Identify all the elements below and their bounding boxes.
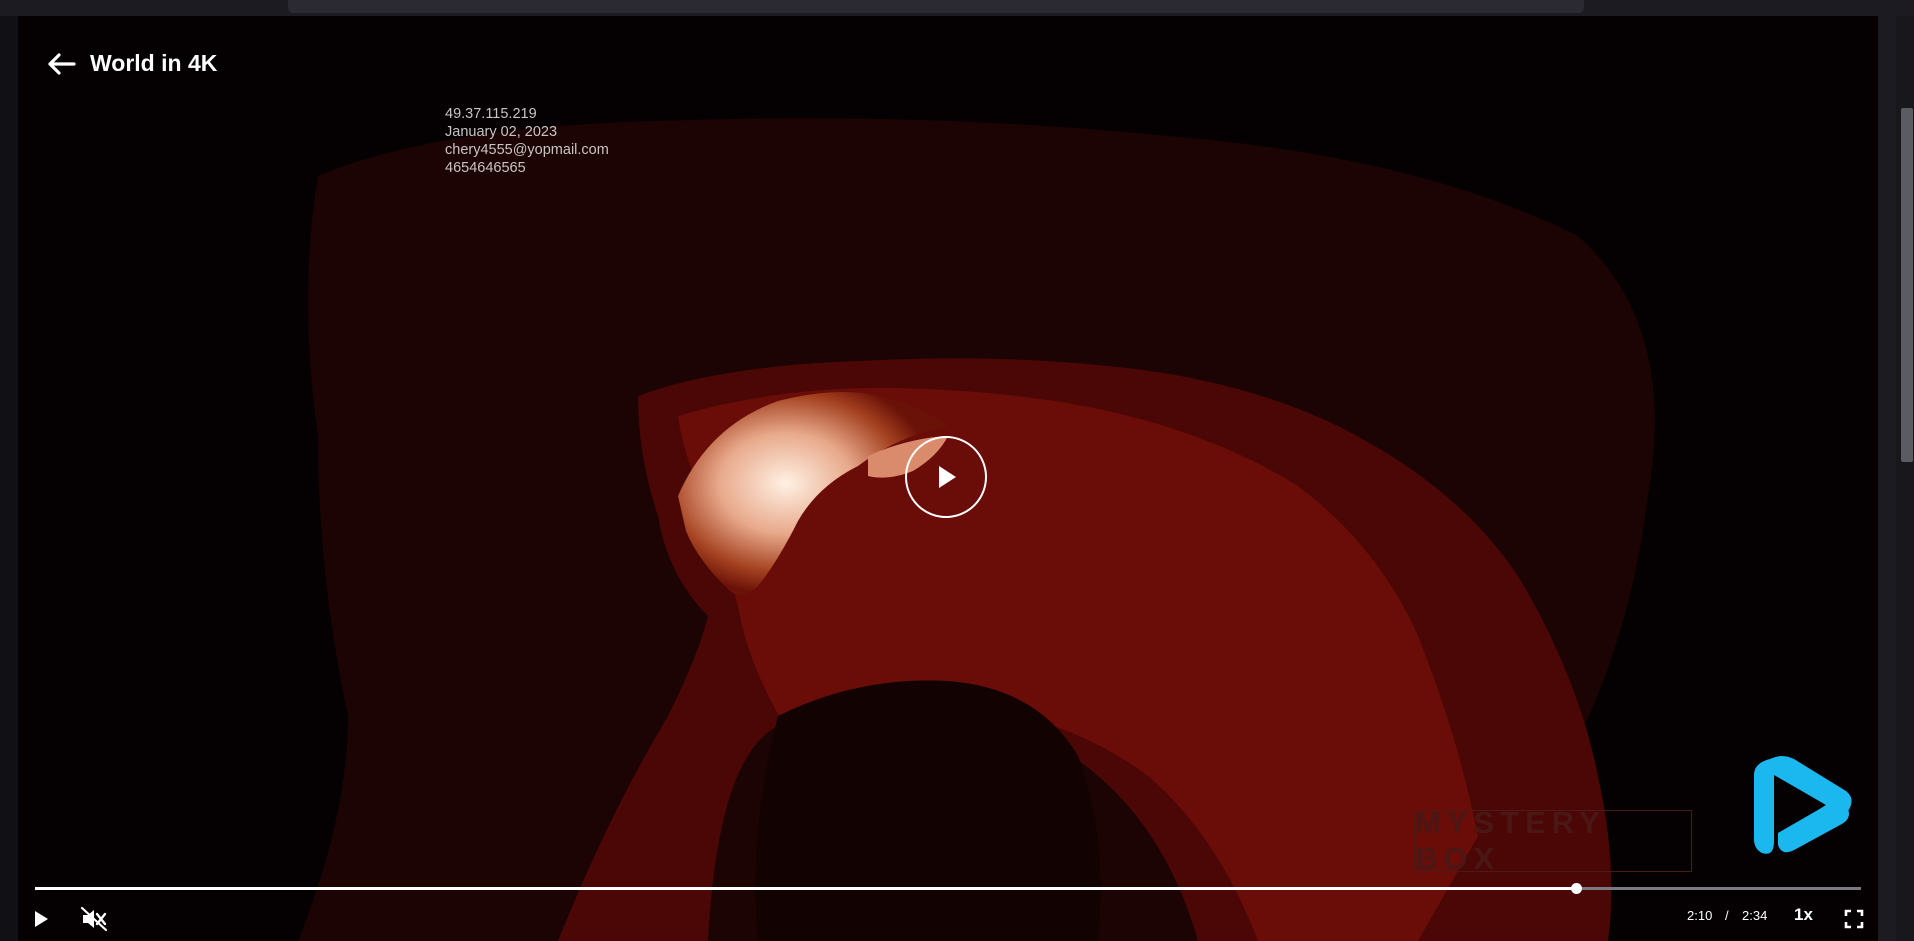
mystery-box-overlay: MYSTERY BOX: [1414, 805, 1692, 876]
center-play-button[interactable]: [905, 436, 987, 518]
scrollbar-thumb[interactable]: [1901, 108, 1913, 462]
watermark-phone: 4654646565: [445, 160, 526, 176]
left-gutter: [0, 16, 18, 941]
volume-muted-icon: [80, 906, 108, 932]
video-title: World in 4K: [90, 50, 218, 76]
watermark-ip: 49.37.115.219: [445, 106, 537, 122]
fullscreen-button[interactable]: [1844, 909, 1864, 934]
play-button[interactable]: [32, 909, 50, 934]
address-bar[interactable]: [288, 0, 1584, 13]
duration: 2:34: [1742, 908, 1768, 923]
browser-top-strip: [0, 0, 1914, 16]
progress-played: [35, 887, 1577, 890]
user-watermark: 49.37.115.219 January 02, 2023 chery4555…: [445, 105, 609, 177]
back-button[interactable]: World in 4K: [48, 50, 217, 77]
time-separator: /: [1725, 908, 1729, 923]
play-icon: [939, 466, 956, 488]
video-player[interactable]: World in 4K 49.37.115.219 January 02, 20…: [18, 16, 1878, 941]
playback-speed-button[interactable]: 1x: [1794, 905, 1813, 925]
fullscreen-icon: [1844, 909, 1864, 929]
progress-bar[interactable]: [35, 883, 1861, 894]
arrow-left-icon: [48, 52, 76, 75]
mute-button[interactable]: [80, 906, 108, 937]
current-time: 2:10: [1687, 908, 1713, 923]
play-icon: [35, 911, 48, 927]
watermark-email: chery4555@yopmail.com: [445, 142, 609, 158]
brand-logo-icon: [1754, 756, 1852, 854]
watermark-date: January 02, 2023: [445, 124, 558, 140]
